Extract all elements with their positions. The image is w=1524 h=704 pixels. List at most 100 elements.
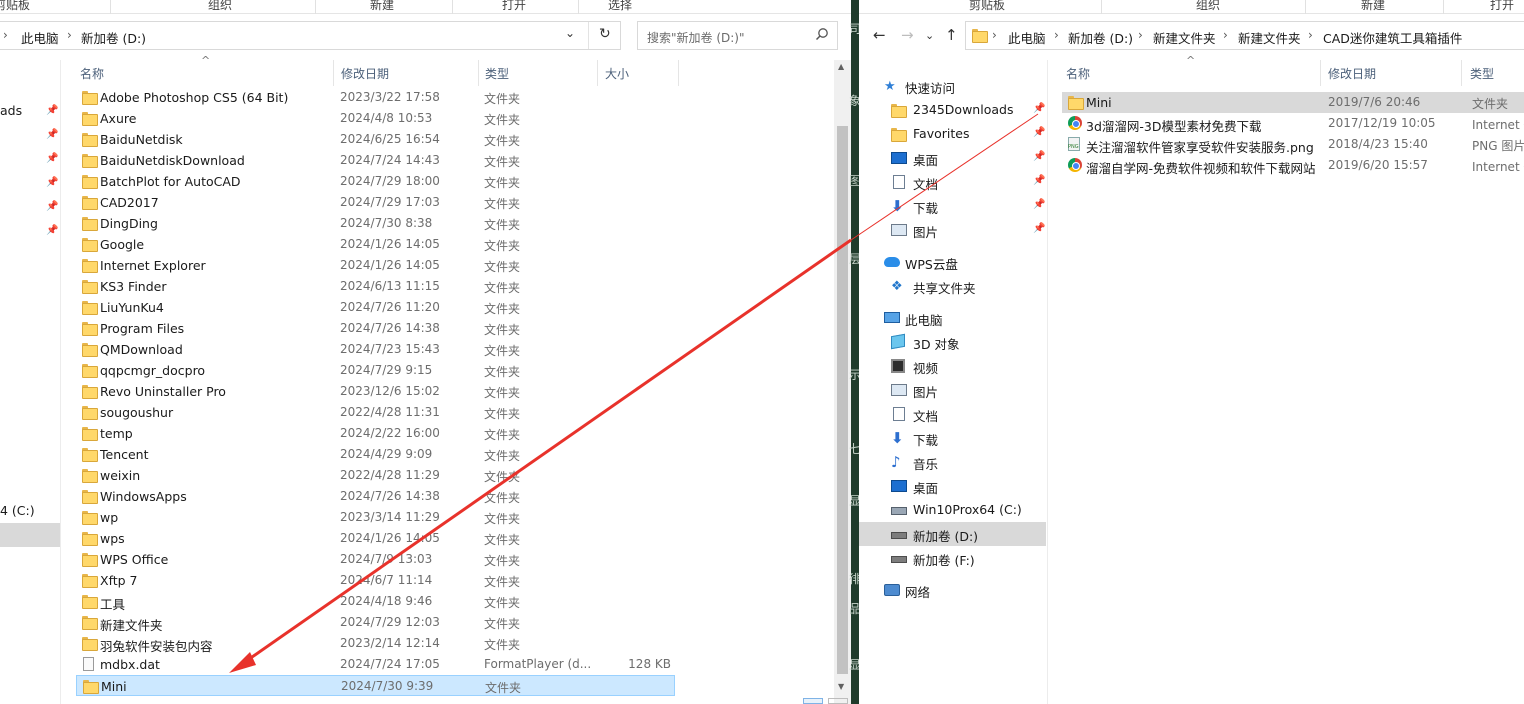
column-divider[interactable] [597,60,598,86]
ribbon-open-group[interactable]: 打开 [1490,0,1514,13]
column-date-header[interactable]: 修改日期 [341,65,389,82]
column-type-header[interactable]: 类型 [485,65,509,82]
file-row[interactable]: qqpcmgr_docpro 2024/7/29 9:15 文件夹 [76,360,675,381]
nav-item-drive-c-partial[interactable]: 4 (C:) [0,503,35,518]
nav-item[interactable]: 图片 [859,378,1046,402]
column-divider[interactable] [1461,60,1462,86]
file-row[interactable]: weixin 2022/4/28 11:29 文件夹 [76,465,675,486]
scroll-thumb[interactable] [837,126,848,674]
pin-icon[interactable]: 📌 [1033,199,1045,210]
file-row[interactable]: Mini 2019/7/6 20:46 文件夹 [1062,92,1524,113]
file-row[interactable]: wp 2023/3/14 11:29 文件夹 [76,507,675,528]
nav-item[interactable]: ★ 快速访问 [859,74,1046,98]
refresh-icon[interactable]: ↻ [599,26,611,42]
breadcrumb-new-folder-1[interactable]: 新建文件夹 [1153,28,1216,47]
breadcrumb-this-pc[interactable]: 此电脑 [21,28,59,47]
details-view-toggle[interactable] [803,698,823,704]
file-row[interactable]: 3d溜溜网-3D模型素材免费下载 2017/12/19 10:05 Internet… [1062,113,1524,134]
file-row[interactable]: 工具 2024/4/18 9:46 文件夹 [76,591,675,612]
file-row[interactable]: KS3 Finder 2024/6/13 11:15 文件夹 [76,276,675,297]
file-row[interactable]: QMDownload 2024/7/23 15:43 文件夹 [76,339,675,360]
search-icon[interactable] [815,27,829,44]
column-divider[interactable] [333,60,334,86]
column-type-header[interactable]: 类型 [1470,65,1494,82]
nav-item[interactable]: 新加卷 (D:) [859,522,1046,546]
nav-item[interactable]: 新加卷 (F:) [859,546,1046,570]
file-row[interactable]: Internet Explorer 2024/1/26 14:05 文件夹 [76,255,675,276]
file-row[interactable]: Tencent 2024/4/29 9:09 文件夹 [76,444,675,465]
nav-item[interactable]: ⬇ 下载 📌 [859,194,1046,218]
file-row[interactable]: DingDing 2024/7/30 8:38 文件夹 [76,213,675,234]
file-row[interactable]: 关注溜溜软件管家享受软件安装服务.png 2018/4/23 15:40 PNG 图… [1062,134,1524,155]
nav-item[interactable]: 文档 [859,402,1046,426]
breadcrumb-this-pc[interactable]: 此电脑 [1008,28,1046,47]
pin-icon[interactable]: 📌 [1033,223,1045,234]
ribbon-clipboard-group[interactable]: 剪贴板 [0,0,30,13]
ribbon-open-group[interactable]: 打开 [502,0,526,13]
file-row[interactable]: Google 2024/1/26 14:05 文件夹 [76,234,675,255]
nav-item[interactable]: Favorites 📌 [859,122,1046,146]
file-row[interactable]: Mini 2024/7/30 9:39 文件夹 [76,675,675,696]
file-row[interactable]: Axure 2024/4/8 10:53 文件夹 [76,108,675,129]
file-row[interactable]: mdbx.dat 2024/7/24 17:05 FormatPlayer (d..… [76,654,675,675]
file-row[interactable]: wps 2024/1/26 14:05 文件夹 [76,528,675,549]
address-dropdown-icon[interactable]: ⌄ [565,26,575,40]
file-row[interactable]: CAD2017 2024/7/29 17:03 文件夹 [76,192,675,213]
ribbon-organize-group[interactable]: 组织 [1196,0,1220,13]
file-row[interactable]: temp 2024/2/22 16:00 文件夹 [76,423,675,444]
column-name-header[interactable]: 名称 [80,65,104,82]
forward-arrow-icon[interactable]: → [901,26,914,44]
pin-icon[interactable]: 📌 [1033,103,1045,114]
pin-icon[interactable]: 📌 [1033,127,1045,138]
file-row[interactable]: WPS Office 2024/7/9 13:03 文件夹 [76,549,675,570]
file-row[interactable]: Program Files 2024/7/26 14:38 文件夹 [76,318,675,339]
file-row[interactable]: WindowsApps 2024/7/26 14:38 文件夹 [76,486,675,507]
ribbon-new-group[interactable]: 新建 [370,0,394,13]
ribbon-new-group[interactable]: 新建 [1361,0,1385,13]
file-row[interactable]: BatchPlot for AutoCAD 2024/7/29 18:00 文件夹 [76,171,675,192]
nav-item[interactable]: 视频 [859,354,1046,378]
nav-item-downloads-partial[interactable]: ads [0,103,22,118]
column-date-header[interactable]: 修改日期 [1328,65,1376,82]
scroll-up-arrow[interactable]: ▲ [838,62,844,71]
nav-item[interactable]: 文档 📌 [859,170,1046,194]
up-arrow-icon[interactable]: ↑ [945,26,958,44]
breadcrumb-new-folder-2[interactable]: 新建文件夹 [1238,28,1301,47]
nav-item[interactable]: 此电脑 [859,306,1046,330]
left-address-bar[interactable]: › 此电脑 › 新加卷 (D:) ⌄ ↻ [0,21,621,50]
scroll-down-arrow[interactable]: ▼ [838,682,844,691]
file-row[interactable]: BaiduNetdisk 2024/6/25 16:54 文件夹 [76,129,675,150]
file-row[interactable]: Xftp 7 2024/6/7 11:14 文件夹 [76,570,675,591]
file-row[interactable]: 溜溜自学网-免费软件视频和软件下载网站 2019/6/20 15:57 Intern… [1062,155,1524,176]
ribbon-organize-group[interactable]: 组织 [208,0,232,13]
file-row[interactable]: Adobe Photoshop CS5 (64 Bit) 2023/3/22 17… [76,87,675,108]
column-size-header[interactable]: 大小 [605,65,629,82]
nav-item[interactable]: ⬇ 下载 [859,426,1046,450]
right-address-bar[interactable]: › 此电脑 › 新加卷 (D:) › 新建文件夹 › 新建文件夹 › CAD迷你… [965,21,1524,50]
column-name-header[interactable]: 名称 [1066,65,1090,82]
nav-item[interactable]: 图片 📌 [859,218,1046,242]
pin-icon[interactable]: 📌 [1033,175,1045,186]
nav-item[interactable]: ♪ 音乐 [859,450,1046,474]
file-row[interactable]: 羽兔软件安装包内容 2023/2/14 12:14 文件夹 [76,633,675,654]
nav-item[interactable]: Win10Prox64 (C:) [859,498,1046,522]
file-row[interactable]: 新建文件夹 2024/7/29 12:03 文件夹 [76,612,675,633]
column-divider[interactable] [678,60,679,86]
large-icons-view-toggle[interactable] [828,698,848,704]
breadcrumb-cad-plugin-folder[interactable]: CAD迷你建筑工具箱插件 [1323,28,1462,47]
breadcrumb-drive-d[interactable]: 新加卷 (D:) [81,28,146,47]
file-row[interactable]: LiuYunKu4 2024/7/26 11:20 文件夹 [76,297,675,318]
ribbon-select-group[interactable]: 选择 [608,0,632,13]
breadcrumb-drive-d[interactable]: 新加卷 (D:) [1068,28,1133,47]
file-row[interactable]: Revo Uninstaller Pro 2023/12/6 15:02 文件夹 [76,381,675,402]
nav-item[interactable]: 3D 对象 [859,330,1046,354]
file-row[interactable]: BaiduNetdiskDownload 2024/7/24 14:43 文件夹 [76,150,675,171]
left-search-box[interactable]: 搜索"新加卷 (D:)" [637,21,838,50]
column-divider[interactable] [1320,60,1321,86]
file-row[interactable]: sougoushur 2022/4/28 11:31 文件夹 [76,402,675,423]
nav-item-selected-drive[interactable] [0,523,60,547]
nav-item[interactable]: 桌面 [859,474,1046,498]
ribbon-clipboard-group[interactable]: 剪贴板 [969,0,1005,13]
nav-item[interactable]: 2345Downloads 📌 [859,98,1046,122]
nav-item[interactable]: 网络 [859,578,1046,602]
